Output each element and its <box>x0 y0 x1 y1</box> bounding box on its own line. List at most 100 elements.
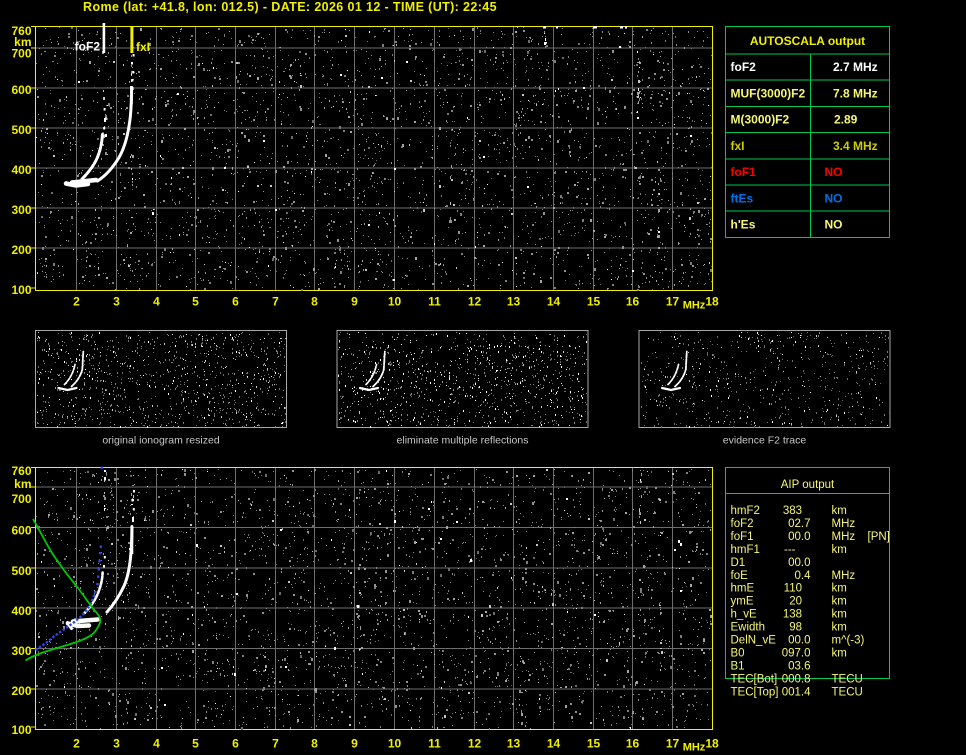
svg-text:B1: B1 <box>731 660 745 672</box>
svg-text:5: 5 <box>192 295 199 309</box>
svg-text:12: 12 <box>468 295 482 309</box>
svg-text:Ewidth: Ewidth <box>731 622 766 634</box>
svg-text:km: km <box>832 583 847 595</box>
svg-text:foF1: foF1 <box>731 531 754 543</box>
svg-text:km: km <box>832 505 847 517</box>
svg-text:6: 6 <box>232 737 239 751</box>
svg-text:17: 17 <box>666 295 680 309</box>
svg-text:km: km <box>832 648 847 660</box>
svg-text:100: 100 <box>11 723 31 737</box>
svg-text:km: km <box>832 609 847 621</box>
svg-text:110: 110 <box>784 583 802 595</box>
svg-text:11: 11 <box>428 737 441 751</box>
svg-text:2: 2 <box>73 295 80 309</box>
svg-text:300: 300 <box>11 203 31 217</box>
svg-text:17: 17 <box>666 737 680 751</box>
svg-text:300: 300 <box>11 644 31 658</box>
svg-text:5: 5 <box>192 737 199 751</box>
svg-text:TECU: TECU <box>832 673 863 685</box>
svg-text:AIP output: AIP output <box>781 479 835 491</box>
svg-text:20: 20 <box>789 596 802 608</box>
svg-text:ymE: ymE <box>731 596 754 608</box>
svg-text:foF2: foF2 <box>731 518 754 530</box>
svg-text:16: 16 <box>626 295 640 309</box>
svg-text:fxI: fxI <box>731 139 745 153</box>
svg-text:000.8: 000.8 <box>782 673 811 685</box>
svg-text:98: 98 <box>789 622 802 634</box>
svg-text:TECU: TECU <box>832 686 863 698</box>
svg-text:100: 100 <box>11 283 31 297</box>
svg-text:14: 14 <box>547 295 561 309</box>
svg-text:---: --- <box>784 544 796 556</box>
svg-text:14: 14 <box>547 737 561 751</box>
svg-text:600: 600 <box>11 523 31 537</box>
svg-text:km: km <box>14 477 31 491</box>
svg-text:foF2: foF2 <box>731 60 757 74</box>
svg-text:10: 10 <box>388 737 402 751</box>
svg-text:eliminate multiple reflections: eliminate multiple reflections <box>397 435 529 447</box>
svg-text:10: 10 <box>388 295 402 309</box>
svg-text:3: 3 <box>113 295 120 309</box>
svg-text:15: 15 <box>587 295 601 309</box>
svg-text:600: 600 <box>11 83 31 97</box>
svg-text:097.0: 097.0 <box>782 648 811 660</box>
svg-text:TEC[Top]: TEC[Top] <box>731 686 779 698</box>
svg-text:D1: D1 <box>731 557 746 569</box>
svg-text:ftEs: ftEs <box>731 191 754 205</box>
svg-text:7.8 MHz: 7.8 MHz <box>833 87 878 101</box>
svg-text:0.4: 0.4 <box>795 570 812 582</box>
svg-text:001.4: 001.4 <box>782 686 811 698</box>
svg-text:700: 700 <box>11 492 31 506</box>
svg-text:h_vE: h_vE <box>731 609 758 621</box>
svg-text:18: 18 <box>705 295 719 309</box>
svg-text:138: 138 <box>783 609 802 621</box>
svg-text:M(3000)F2: M(3000)F2 <box>731 113 790 127</box>
svg-text:hmE: hmE <box>731 583 755 595</box>
svg-text:NO: NO <box>825 218 843 232</box>
svg-text:Rome (lat: +41.8, lon: 012.5): Rome (lat: +41.8, lon: 012.5) - DATE: 20… <box>83 0 497 14</box>
svg-text:MHz: MHz <box>832 531 856 543</box>
svg-text:400: 400 <box>11 604 31 618</box>
svg-text:13: 13 <box>507 737 521 751</box>
svg-text:03.6: 03.6 <box>788 660 810 672</box>
svg-text:4: 4 <box>153 295 160 309</box>
svg-text:9: 9 <box>351 737 358 751</box>
svg-text:km: km <box>832 622 847 634</box>
svg-text:MUF(3000)F2: MUF(3000)F2 <box>731 87 806 101</box>
svg-text:2.89: 2.89 <box>834 113 858 127</box>
svg-text:760: 760 <box>11 464 31 478</box>
svg-text:B0: B0 <box>731 648 745 660</box>
svg-text:7: 7 <box>272 737 279 751</box>
svg-text:AUTOSCALA output: AUTOSCALA output <box>750 34 865 48</box>
svg-text:8: 8 <box>311 737 318 751</box>
svg-text:00.0: 00.0 <box>788 531 810 543</box>
svg-text:NO: NO <box>825 191 843 205</box>
svg-text:m^(-3): m^(-3) <box>832 635 865 647</box>
svg-text:16: 16 <box>626 737 640 751</box>
svg-text:11: 11 <box>428 295 441 309</box>
svg-text:00.0: 00.0 <box>788 557 810 569</box>
svg-text:DelN_vE: DelN_vE <box>731 635 777 647</box>
svg-text:18: 18 <box>705 737 719 751</box>
svg-text:MHz: MHz <box>683 742 706 754</box>
svg-text:6: 6 <box>232 295 239 309</box>
svg-text:foF2: foF2 <box>75 40 101 54</box>
svg-text:foE: foE <box>731 570 749 582</box>
svg-text:12: 12 <box>468 737 482 751</box>
svg-text:2: 2 <box>73 737 80 751</box>
svg-text:13: 13 <box>507 295 521 309</box>
svg-text:TEC[Bot]: TEC[Bot] <box>731 673 778 685</box>
svg-text:original ionogram resized: original ionogram resized <box>102 435 219 447</box>
svg-text:MHz: MHz <box>832 570 856 582</box>
svg-text:foF1: foF1 <box>731 165 757 179</box>
svg-text:evidence F2 trace: evidence F2 trace <box>723 435 807 447</box>
svg-text:15: 15 <box>587 737 601 751</box>
svg-text:00.0: 00.0 <box>788 635 810 647</box>
svg-text:km: km <box>832 544 847 556</box>
svg-text:9: 9 <box>351 295 358 309</box>
svg-text:200: 200 <box>11 243 31 257</box>
svg-text:400: 400 <box>11 163 31 177</box>
svg-text:3: 3 <box>113 737 120 751</box>
svg-text:500: 500 <box>11 123 31 137</box>
svg-text:3.4 MHz: 3.4 MHz <box>833 139 878 153</box>
